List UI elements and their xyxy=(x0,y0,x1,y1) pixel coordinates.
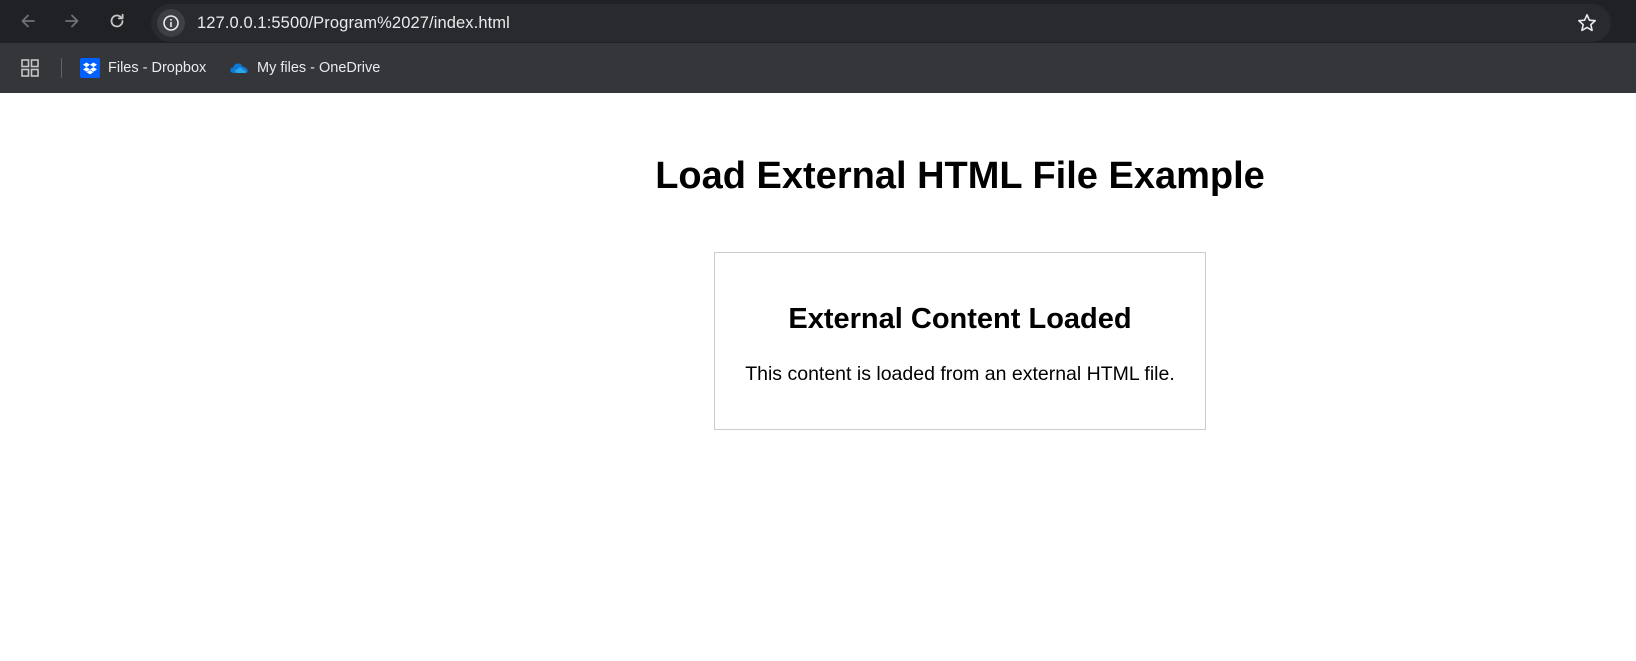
info-icon xyxy=(163,15,179,31)
bookmark-label: My files - OneDrive xyxy=(257,60,381,76)
bookmark-dropbox[interactable]: Files - Dropbox xyxy=(74,54,212,82)
browser-toolbar: 127.0.0.1:5500/Program%2027/index.html xyxy=(0,0,1636,43)
reload-button[interactable] xyxy=(101,5,133,37)
apps-grid-icon xyxy=(21,59,39,77)
browser-chrome: 127.0.0.1:5500/Program%2027/index.html F… xyxy=(0,0,1636,93)
address-bar[interactable]: 127.0.0.1:5500/Program%2027/index.html xyxy=(151,4,1611,42)
arrow-right-icon xyxy=(65,14,79,28)
url-text[interactable]: 127.0.0.1:5500/Program%2027/index.html xyxy=(197,14,510,33)
bookmark-onedrive[interactable]: My files - OneDrive xyxy=(223,54,386,82)
bookmarks-divider xyxy=(61,58,62,78)
site-info-button[interactable] xyxy=(157,9,185,37)
forward-button[interactable] xyxy=(56,5,88,37)
bookmark-label: Files - Dropbox xyxy=(108,60,207,76)
reload-icon xyxy=(110,13,124,28)
bookmark-star-button[interactable] xyxy=(1573,9,1601,37)
dropbox-icon xyxy=(80,58,100,78)
back-button[interactable] xyxy=(12,5,44,37)
star-icon xyxy=(1578,14,1596,32)
page-content: Load External HTML File Example External… xyxy=(0,93,1636,661)
external-content-heading: External Content Loaded xyxy=(788,303,1132,335)
page-title: Load External HTML File Example xyxy=(655,155,1265,197)
external-content-box: External Content Loaded This content is … xyxy=(714,252,1206,430)
apps-button[interactable] xyxy=(18,56,42,80)
onedrive-icon xyxy=(229,58,249,78)
external-content-text: This content is loaded from an external … xyxy=(745,363,1175,385)
bookmarks-bar: Files - Dropbox My files - OneDrive xyxy=(0,48,1636,88)
arrow-left-icon xyxy=(21,14,35,28)
